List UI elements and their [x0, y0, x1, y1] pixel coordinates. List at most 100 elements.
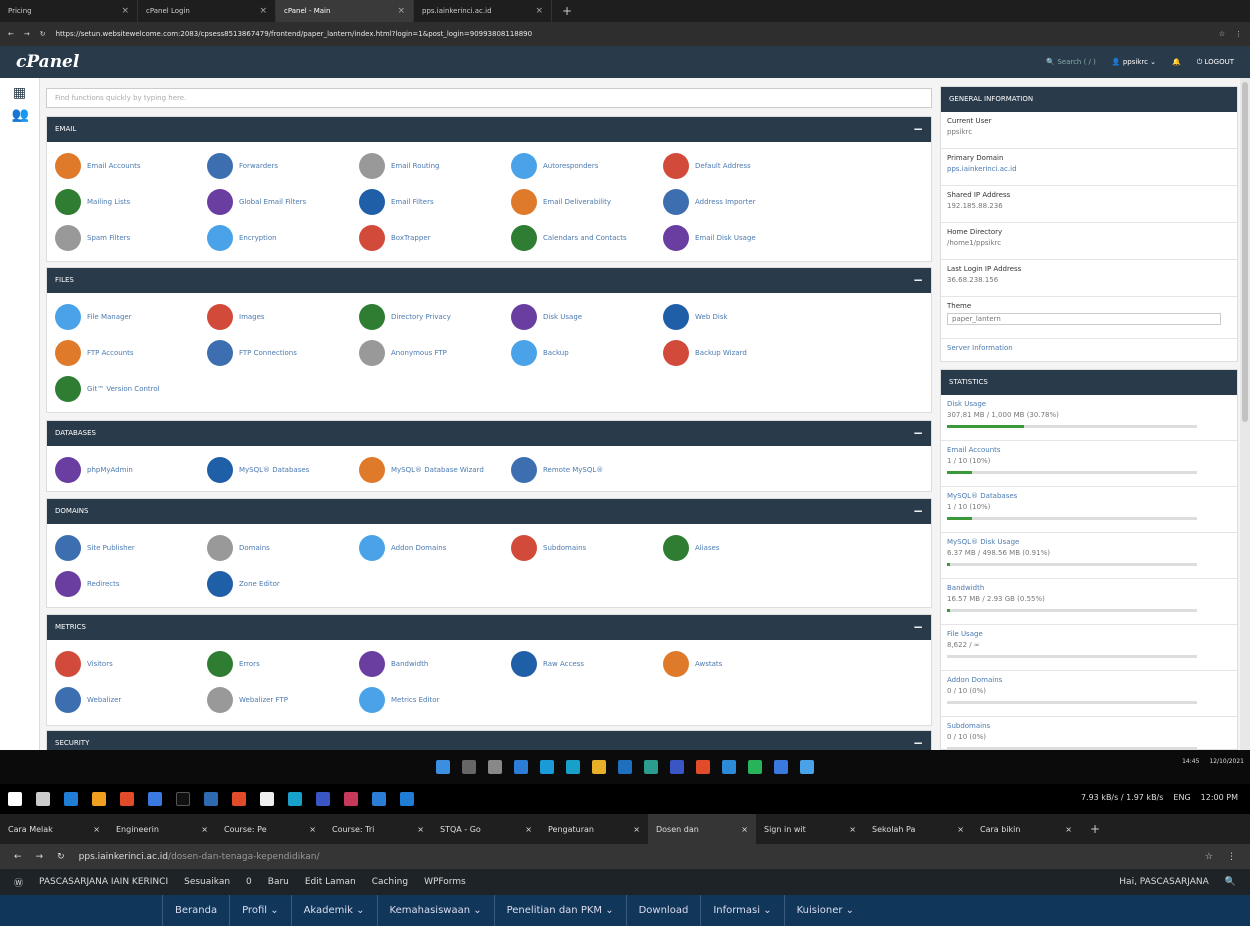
close-icon[interactable]: × — [957, 825, 964, 834]
header-search[interactable]: 🔍 Search ( / ) — [1046, 58, 1096, 66]
item-default-address[interactable]: Default Address — [663, 148, 815, 184]
item-domains[interactable]: Domains — [207, 530, 359, 566]
menu-icon[interactable]: ⋮ — [1227, 852, 1236, 862]
app-icon[interactable] — [644, 760, 658, 774]
group-header[interactable]: EMAIL − — [47, 117, 931, 142]
back-icon[interactable]: ← — [14, 852, 22, 862]
item-email-accounts[interactable]: Email Accounts — [55, 148, 207, 184]
nav-item-penelitian-dan-pkm[interactable]: Penelitian dan PKM ⌄ — [493, 895, 626, 926]
page-scrollbar[interactable] — [1240, 78, 1250, 750]
reload-icon[interactable]: ↻ — [57, 852, 65, 862]
nav-item-informasi[interactable]: Informasi ⌄ — [700, 895, 783, 926]
item-errors[interactable]: Errors — [207, 646, 359, 682]
stat-label[interactable]: Subdomains — [947, 722, 1231, 730]
close-icon[interactable]: × — [417, 825, 424, 834]
wp-greeting[interactable]: Hai, PASCASARJANA — [1119, 877, 1209, 887]
user-menu[interactable]: 👤 ppsikrc ⌄ — [1112, 58, 1156, 66]
chrome-icon[interactable] — [232, 792, 246, 806]
find-functions-input[interactable]: Find functions quickly by typing here. — [46, 88, 932, 108]
primary-domain-link[interactable]: pps.iainkerinci.ac.id — [947, 165, 1231, 173]
nav-item-kemahasiswaan[interactable]: Kemahasiswaan ⌄ — [376, 895, 494, 926]
item-addon-domains[interactable]: Addon Domains — [359, 530, 511, 566]
item-subdomains[interactable]: Subdomains — [511, 530, 663, 566]
item-mailing-lists[interactable]: Mailing Lists — [55, 184, 207, 220]
mail-icon[interactable] — [618, 760, 632, 774]
app-icon[interactable] — [774, 760, 788, 774]
address-bar[interactable]: ← → ↻ https://setun.websitewelcome.com:2… — [0, 22, 1250, 46]
nav-item-beranda[interactable]: Beranda — [162, 895, 229, 926]
browser-tab[interactable]: STQA - Go × — [432, 814, 540, 844]
app-icon[interactable] — [722, 760, 736, 774]
star-icon[interactable]: ☆ — [1219, 30, 1225, 38]
close-icon[interactable]: × — [121, 6, 129, 16]
wp-site-name[interactable]: PASCASARJANA IAIN KERINCI — [39, 877, 168, 887]
url-text[interactable]: pps.iainkerinci.ac.id/dosen-dan-tenaga-k… — [79, 852, 1191, 862]
item-disk-usage[interactable]: Disk Usage — [511, 299, 663, 335]
collapse-icon[interactable]: − — [913, 117, 923, 142]
item-awstats[interactable]: Awstats — [663, 646, 815, 682]
close-icon[interactable]: × — [259, 6, 267, 16]
item-site-publisher[interactable]: Site Publisher — [55, 530, 207, 566]
item-mysql-databases[interactable]: MySQL® Databases — [207, 452, 359, 488]
group-header[interactable]: DOMAINS − — [47, 499, 931, 524]
new-tab-icon[interactable]: + — [552, 0, 582, 22]
windows-start-icon[interactable] — [8, 792, 22, 806]
browser-tab[interactable]: Course: Pe × — [216, 814, 324, 844]
item-bandwidth[interactable]: Bandwidth — [359, 646, 511, 682]
app-icon[interactable] — [260, 792, 274, 806]
edge-icon[interactable] — [540, 760, 554, 774]
item-email-disk-usage[interactable]: Email Disk Usage — [663, 220, 815, 256]
wp-comments[interactable]: 0 — [246, 877, 252, 887]
browser-tab[interactable]: Pricing × — [0, 0, 138, 22]
app-icon[interactable] — [670, 760, 684, 774]
item-webalizer[interactable]: Webalizer — [55, 682, 207, 718]
nav-item-download[interactable]: Download — [625, 895, 701, 926]
close-icon[interactable]: × — [849, 825, 856, 834]
app-icon[interactable] — [372, 792, 386, 806]
stat-label[interactable]: Bandwidth — [947, 584, 1231, 592]
item-git-version-control[interactable]: Git™ Version Control — [55, 371, 207, 407]
item-email-routing[interactable]: Email Routing — [359, 148, 511, 184]
close-icon[interactable]: × — [309, 825, 316, 834]
group-header[interactable]: METRICS − — [47, 615, 931, 640]
chrome-icon[interactable] — [696, 760, 710, 774]
cpanel-logo[interactable]: cPanel — [16, 52, 79, 72]
collapse-icon[interactable]: − — [913, 615, 923, 640]
app-icon[interactable] — [566, 760, 580, 774]
star-icon[interactable]: ☆ — [1205, 852, 1213, 862]
nav-item-kuisioner[interactable]: Kuisioner ⌄ — [783, 895, 866, 926]
item-visitors[interactable]: Visitors — [55, 646, 207, 682]
item-boxtrapper[interactable]: BoxTrapper — [359, 220, 511, 256]
new-tab-icon[interactable]: + — [1080, 818, 1110, 840]
wp-forms[interactable]: WPForms — [424, 877, 466, 887]
url-text[interactable]: https://setun.websitewelcome.com:2083/cp… — [56, 30, 1209, 38]
folder-icon[interactable] — [592, 760, 606, 774]
item-anonymous-ftp[interactable]: Anonymous FTP — [359, 335, 511, 371]
browser-tab[interactable]: Cara bikin × — [972, 814, 1080, 844]
wp-customize[interactable]: Sesuaikan — [184, 877, 230, 887]
windows-start-icon[interactable] — [436, 760, 450, 774]
browser-tab[interactable]: Sekolah Pa × — [864, 814, 972, 844]
close-icon[interactable]: × — [397, 6, 405, 16]
collapse-icon[interactable]: − — [913, 499, 923, 524]
nav-item-profil[interactable]: Profil ⌄ — [229, 895, 291, 926]
clock-time[interactable]: 12:00 PM — [1201, 793, 1238, 802]
group-header[interactable]: FILES − — [47, 268, 931, 293]
task-view-icon[interactable] — [36, 792, 50, 806]
item-encryption[interactable]: Encryption — [207, 220, 359, 256]
wp-new[interactable]: Baru — [268, 877, 289, 887]
wp-caching[interactable]: Caching — [372, 877, 408, 887]
item-backup-wizard[interactable]: Backup Wizard — [663, 335, 815, 371]
browser-tab[interactable]: Course: Tri × — [324, 814, 432, 844]
stat-label[interactable]: File Usage — [947, 630, 1231, 638]
back-icon[interactable]: ← — [8, 30, 14, 38]
item-backup[interactable]: Backup — [511, 335, 663, 371]
item-remote-mysql[interactable]: Remote MySQL® — [511, 452, 663, 488]
app-icon[interactable] — [400, 792, 414, 806]
browser-tab[interactable]: cPanel - Main × — [276, 0, 414, 22]
item-web-disk[interactable]: Web Disk — [663, 299, 815, 335]
item-raw-access[interactable]: Raw Access — [511, 646, 663, 682]
item-global-email-filters[interactable]: Global Email Filters — [207, 184, 359, 220]
app-icon[interactable] — [148, 792, 162, 806]
item-images[interactable]: Images — [207, 299, 359, 335]
